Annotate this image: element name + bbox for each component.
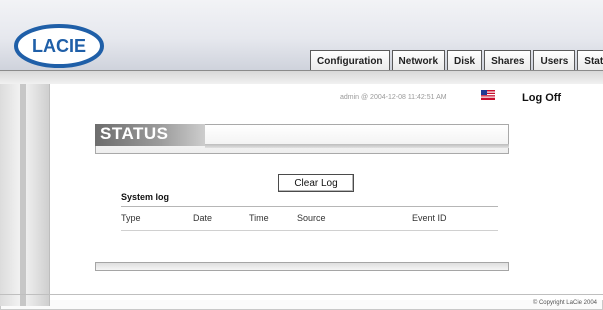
header-divider (0, 70, 603, 84)
svg-text:LACIE: LACIE (32, 36, 86, 56)
footer-divider (0, 294, 603, 295)
session-info: admin @ 2004-12-08 11:42:51 AM (340, 94, 447, 101)
main-nav-tabs: Configuration Network Disk Shares Users … (310, 50, 603, 72)
tab-disk[interactable]: Disk (447, 50, 483, 72)
bottom-panel-bar (95, 262, 509, 271)
column-header-source: Source (297, 213, 326, 223)
header: LACIE Configuration Network Disk Shares … (0, 0, 603, 72)
log-divider-top (121, 206, 498, 207)
column-header-event-id: Event ID (412, 213, 447, 223)
us-flag-icon[interactable] (481, 90, 495, 100)
log-off-link[interactable]: Log Off (522, 92, 561, 104)
tab-network[interactable]: Network (391, 50, 445, 72)
lacie-logo: LACIE (14, 24, 104, 68)
status-panel-underline (205, 144, 509, 148)
column-header-type: Type (121, 213, 141, 223)
tab-shares[interactable]: Shares (484, 50, 532, 72)
copyright-text: © Copyright LaCie 2004 (532, 300, 597, 306)
sidebar-stripe (20, 84, 26, 306)
tab-status[interactable]: Status (577, 50, 603, 72)
tab-users[interactable]: Users (533, 50, 576, 72)
log-table-header: Type Date Time Source Event ID (121, 213, 498, 227)
log-divider-bottom (121, 230, 498, 231)
tab-configuration[interactable]: Configuration (310, 50, 390, 72)
column-header-time: Time (249, 213, 269, 223)
clear-log-button[interactable]: Clear Log (278, 174, 354, 192)
column-header-date: Date (193, 213, 213, 223)
system-log-heading: System log (121, 192, 170, 202)
page-title: STATUS (100, 124, 169, 143)
